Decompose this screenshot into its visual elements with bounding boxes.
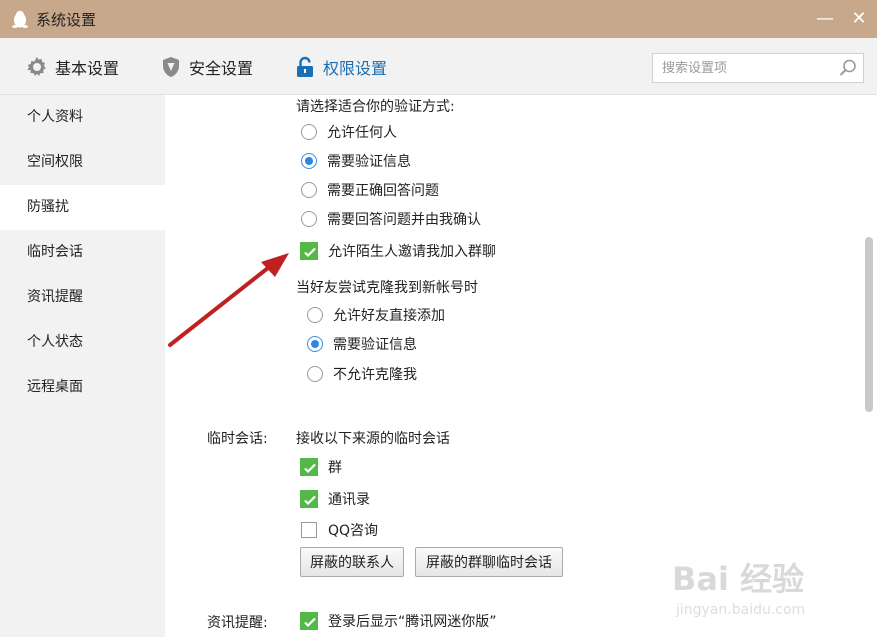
checkmark-icon — [304, 617, 316, 628]
clone-heading: 当好友尝试克隆我到新帐号时 — [296, 280, 478, 296]
checkbox-group[interactable]: 群 — [300, 457, 342, 477]
minimize-button[interactable]: — — [812, 6, 838, 32]
checkbox-qq-consult[interactable]: QQ咨询 — [300, 520, 378, 540]
penguin-icon — [12, 10, 28, 28]
radio-button[interactable] — [301, 124, 317, 140]
sidebar-item-news-reminder[interactable]: 资讯提醒 — [0, 275, 165, 320]
scrollbar-thumb[interactable] — [865, 237, 873, 412]
checkmark-icon — [304, 495, 316, 506]
checkmark-icon — [304, 463, 316, 474]
red-arrow-annotation — [168, 253, 289, 347]
temp-session-section-label: 临时会话: — [207, 431, 268, 447]
option-label: 通讯录 — [328, 492, 370, 508]
shield-icon — [163, 57, 179, 77]
sidebar-item-profile[interactable]: 个人资料 — [0, 95, 165, 140]
sidebar-item-space-permission[interactable]: 空间权限 — [0, 140, 165, 185]
radio-require-verify-info[interactable]: 需要验证信息 — [301, 151, 411, 171]
close-button[interactable]: ✕ — [846, 6, 872, 32]
radio-allow-direct-add[interactable]: 允许好友直接添加 — [307, 305, 445, 325]
radio-disallow-clone[interactable]: 不允许克隆我 — [307, 364, 417, 384]
option-label: 需要验证信息 — [327, 154, 411, 170]
option-label: 需要正确回答问题 — [327, 183, 439, 199]
tab-basic-label: 基本设置 — [55, 59, 120, 78]
checkbox[interactable] — [300, 242, 318, 260]
watermark-text: Bai 经验 — [672, 560, 805, 598]
radio-allow-anyone[interactable]: 允许任何人 — [301, 122, 397, 142]
radio-button[interactable] — [301, 211, 317, 227]
tab-permission-settings[interactable]: 权限设置 — [293, 52, 387, 82]
search-box — [652, 53, 864, 83]
sidebar-item-anti-harassment[interactable]: 防骚扰 — [0, 185, 165, 230]
toolbar: 基本设置 安全设置 权限设置 — [0, 38, 877, 95]
tab-security-label: 安全设置 — [189, 59, 254, 78]
checkbox-allow-stranger-invite[interactable]: 允许陌生人邀请我加入群聊 — [300, 241, 496, 261]
option-label: 需要验证信息 — [333, 337, 417, 353]
checkbox-contacts[interactable]: 通讯录 — [300, 489, 370, 509]
radio-require-answer[interactable]: 需要正确回答问题 — [301, 180, 439, 200]
watermark-url: jingyan.baidu.com — [676, 602, 806, 618]
radio-button-selected[interactable] — [307, 336, 323, 352]
sidebar: 个人资料 空间权限 防骚扰 临时会话 资讯提醒 个人状态 远程桌面 — [0, 95, 165, 637]
option-label: 允许陌生人邀请我加入群聊 — [328, 244, 496, 260]
search-icon[interactable] — [838, 58, 858, 78]
title-bar: 系统设置 — ✕ — [0, 0, 877, 38]
option-label: 不允许克隆我 — [333, 367, 417, 383]
search-input[interactable] — [653, 54, 833, 82]
temp-session-heading: 接收以下来源的临时会话 — [296, 431, 450, 447]
radio-clone-require-verify[interactable]: 需要验证信息 — [307, 334, 417, 354]
blocked-group-session-button[interactable]: 屏蔽的群聊临时会话 — [415, 547, 563, 577]
option-label: 允许任何人 — [327, 125, 397, 141]
radio-answer-and-confirm[interactable]: 需要回答问题并由我确认 — [301, 209, 481, 229]
checkmark-icon — [304, 247, 316, 258]
checkbox[interactable] — [300, 490, 318, 508]
radio-button[interactable] — [307, 366, 323, 382]
gear-icon — [27, 57, 46, 76]
verify-heading: 请选择适合你的验证方式: — [296, 99, 455, 115]
news-section-label: 资讯提醒: — [207, 615, 268, 631]
sidebar-item-remote-desktop[interactable]: 远程桌面 — [0, 365, 165, 410]
radio-button[interactable] — [307, 307, 323, 323]
radio-button-selected[interactable] — [301, 153, 317, 169]
checkbox[interactable] — [300, 612, 318, 630]
option-label: QQ咨询 — [328, 523, 379, 539]
option-label: 群 — [328, 460, 342, 476]
checkbox-show-tencent-mini[interactable]: 登录后显示“腾讯网迷你版” — [300, 611, 497, 631]
radio-button[interactable] — [301, 182, 317, 198]
tab-security-settings[interactable]: 安全设置 — [159, 52, 253, 82]
option-label: 需要回答问题并由我确认 — [327, 212, 481, 228]
checkbox[interactable] — [300, 458, 318, 476]
sidebar-item-personal-status[interactable]: 个人状态 — [0, 320, 165, 365]
baidu-jingyan-watermark: Bai 经验 jingyan.baidu.com — [672, 540, 872, 630]
lock-icon — [297, 56, 313, 77]
option-label: 允许好友直接添加 — [333, 308, 445, 324]
checkbox[interactable] — [301, 522, 317, 538]
tab-basic-settings[interactable]: 基本设置 — [25, 52, 119, 82]
blocked-contacts-button[interactable]: 屏蔽的联系人 — [300, 547, 404, 577]
tab-permission-label: 权限设置 — [323, 59, 388, 78]
sidebar-item-temp-session[interactable]: 临时会话 — [0, 230, 165, 275]
window-title: 系统设置 — [36, 11, 97, 29]
option-label: 登录后显示“腾讯网迷你版” — [328, 614, 497, 630]
